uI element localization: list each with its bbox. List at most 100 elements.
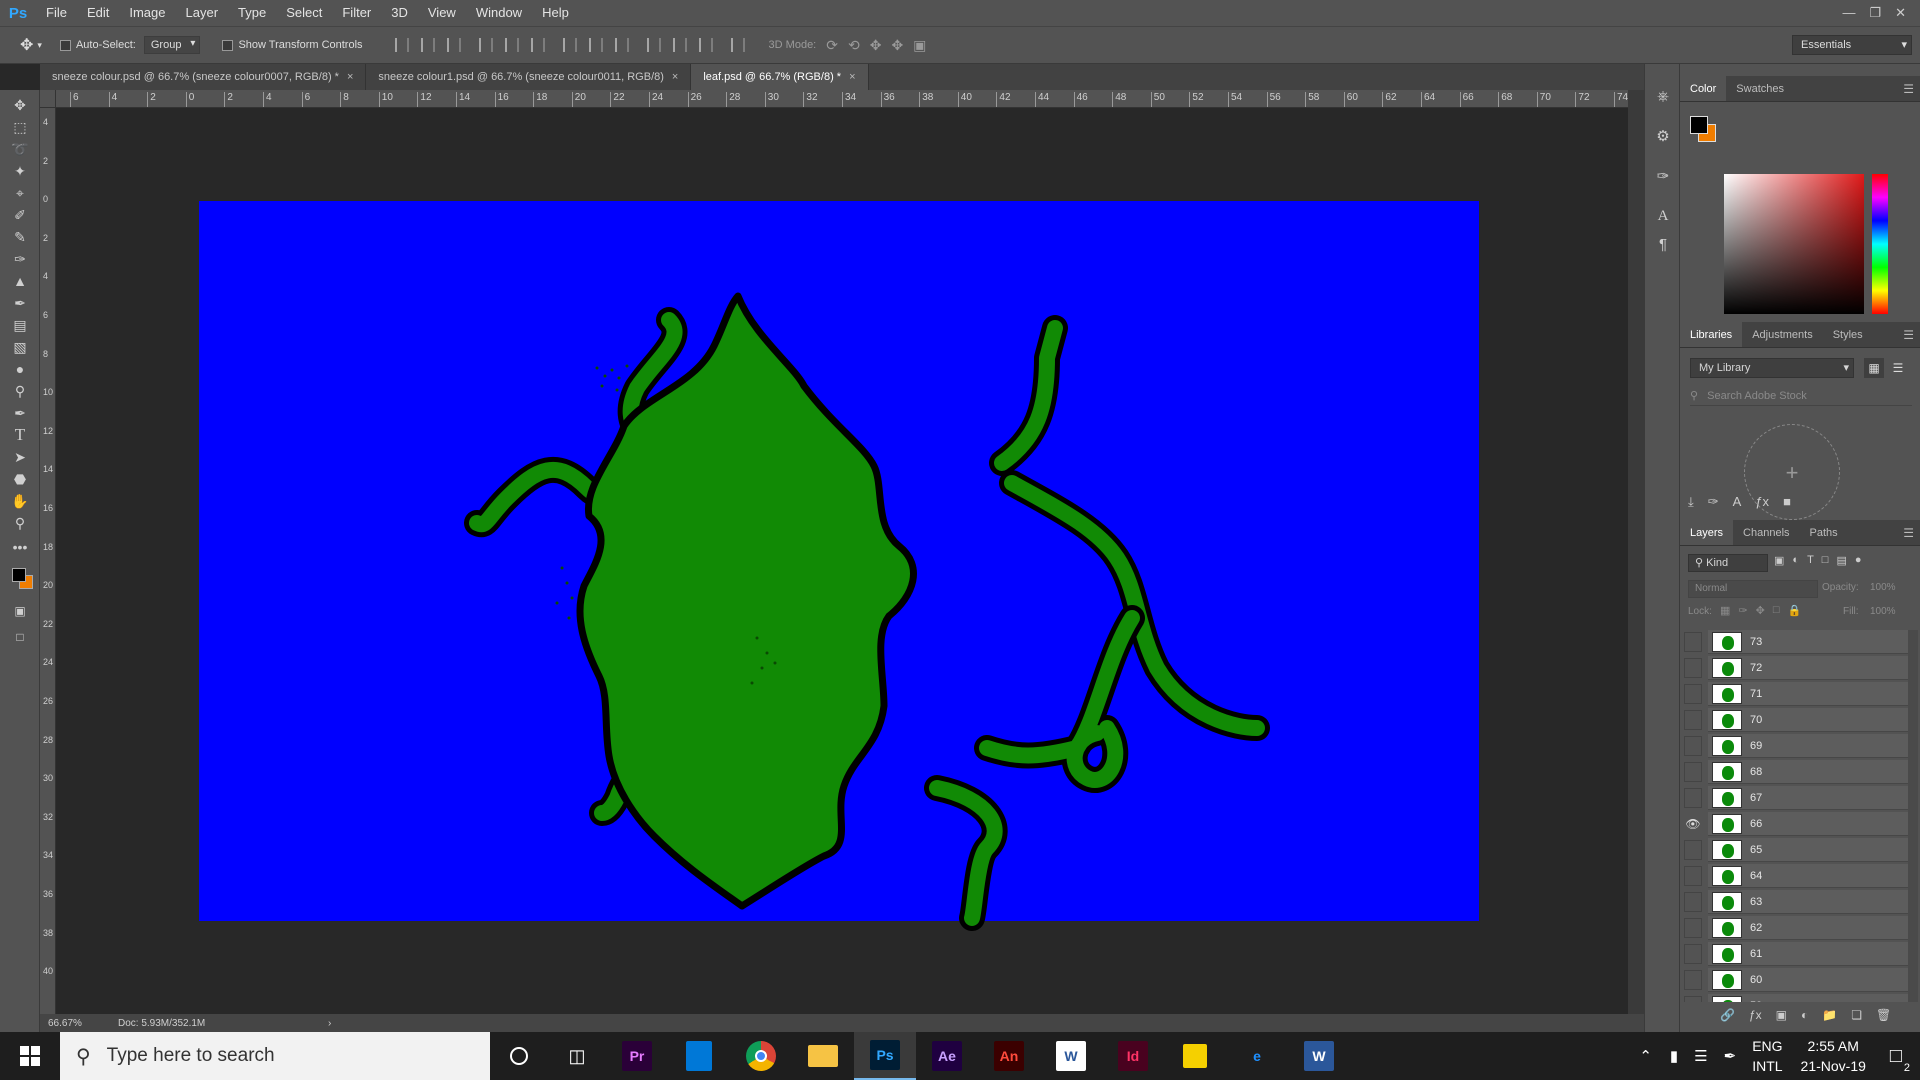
path-selection-tool-icon[interactable]: ➤ xyxy=(8,446,32,468)
new-group-icon[interactable]: 📁 xyxy=(1822,1008,1837,1028)
tab-paths[interactable]: Paths xyxy=(1800,520,1848,545)
taskbar-app[interactable] xyxy=(792,1032,854,1080)
clock[interactable]: 2:55 AM 21-Nov-19 xyxy=(1801,1036,1866,1076)
menu-type[interactable]: Type xyxy=(228,0,276,26)
move-tool-icon[interactable]: ✥ xyxy=(8,94,32,116)
distribute-vcenter-icon[interactable] xyxy=(588,38,603,52)
clone-stamp-tool-icon[interactable]: ▲ xyxy=(8,270,32,292)
taskbar-app[interactable] xyxy=(1164,1032,1226,1080)
list-view-icon[interactable]: ☰ xyxy=(1888,358,1908,378)
canvas-vertical-scrollbar[interactable] xyxy=(1628,90,1644,1014)
task-view-button[interactable]: ◫ xyxy=(548,1032,606,1080)
new-layer-icon[interactable]: ❏ xyxy=(1851,1008,1862,1028)
zoom-tool-icon[interactable]: ⚲ xyxy=(8,512,32,534)
tab-adjustments[interactable]: Adjustments xyxy=(1742,322,1823,347)
layer-row[interactable]: 71 xyxy=(1708,682,1916,706)
hand-tool-icon[interactable]: ✋ xyxy=(8,490,32,512)
layer-row[interactable]: 72 xyxy=(1708,656,1916,680)
layer-row[interactable]: 62 xyxy=(1708,916,1916,940)
layers-scrollbar[interactable] xyxy=(1908,630,1918,1002)
taskbar-app[interactable]: Ps xyxy=(854,1032,916,1080)
start-button[interactable] xyxy=(0,1032,60,1080)
visibility-toggle[interactable] xyxy=(1684,866,1702,886)
move-tool-icon[interactable]: ✥ xyxy=(20,35,33,55)
tab-libraries[interactable]: Libraries xyxy=(1680,322,1743,347)
layer-filter-dropdown[interactable]: ⚲ Kind xyxy=(1688,554,1768,572)
brush-icon[interactable]: ✑ xyxy=(1708,494,1719,516)
pen-tool-icon[interactable]: ✒ xyxy=(8,402,32,424)
visibility-toggle[interactable] xyxy=(1684,736,1702,756)
layer-row[interactable]: 67 xyxy=(1708,786,1916,810)
lock-all-icon[interactable]: 🔒 xyxy=(1788,604,1802,617)
gradient-tool-icon[interactable]: ▧ xyxy=(8,336,32,358)
adjustment-layer-icon[interactable]: ◐ xyxy=(1801,1008,1808,1028)
marquee-tool-icon[interactable]: ⬚ xyxy=(8,116,32,138)
taskbar-app[interactable] xyxy=(668,1032,730,1080)
document-tab[interactable]: sneeze colour1.psd @ 66.7% (sneeze colou… xyxy=(366,64,692,90)
history-brush-tool-icon[interactable]: ✒ xyxy=(8,292,32,314)
visibility-toggle[interactable] xyxy=(1684,892,1702,912)
delete-layer-icon[interactable]: 🗑 xyxy=(1876,1008,1891,1028)
visibility-toggle[interactable] xyxy=(1684,996,1702,1002)
shape-filter-icon[interactable]: □ xyxy=(1822,554,1829,572)
chevron-down-icon[interactable]: ▾ xyxy=(37,40,42,51)
layer-row[interactable]: 69 xyxy=(1708,734,1916,758)
opacity-value[interactable]: 100% xyxy=(1870,582,1896,593)
magic-wand-tool-icon[interactable]: ✦ xyxy=(8,160,32,182)
lock-position-icon[interactable]: ✥ xyxy=(1756,604,1765,617)
color-foreground-swatch[interactable] xyxy=(1690,116,1708,134)
taskbar-app[interactable] xyxy=(730,1032,792,1080)
close-tab-icon[interactable]: × xyxy=(672,71,678,83)
visibility-toggle[interactable] xyxy=(1684,944,1702,964)
menu-view[interactable]: View xyxy=(418,0,466,26)
panel-menu-icon[interactable]: ☰ xyxy=(1903,520,1914,546)
menu-layer[interactable]: Layer xyxy=(176,0,229,26)
menu-filter[interactable]: Filter xyxy=(332,0,381,26)
canvas-area[interactable] xyxy=(57,108,1628,1014)
adjustment-filter-icon[interactable]: ◐ xyxy=(1792,554,1799,572)
healing-brush-tool-icon[interactable]: ✎ xyxy=(8,226,32,248)
tab-swatches[interactable]: Swatches xyxy=(1726,76,1794,101)
menu-window[interactable]: Window xyxy=(466,0,532,26)
minimize-icon[interactable]: — xyxy=(1842,0,1855,26)
text-style-icon[interactable]: A xyxy=(1733,494,1742,516)
eye-icon[interactable]: 👁 xyxy=(1684,812,1702,836)
foreground-color-swatch[interactable] xyxy=(12,568,26,582)
layer-row[interactable]: 61 xyxy=(1708,942,1916,966)
layer-row[interactable]: 59 xyxy=(1708,994,1916,1002)
align-left-icon[interactable] xyxy=(478,38,493,52)
tab-layers[interactable]: Layers xyxy=(1680,520,1734,545)
lock-artboard-icon[interactable]: □ xyxy=(1773,604,1780,617)
visibility-toggle[interactable] xyxy=(1684,918,1702,938)
visibility-toggle[interactable] xyxy=(1684,658,1702,678)
distribute-left-icon[interactable] xyxy=(646,38,661,52)
tab-channels[interactable]: Channels xyxy=(1733,520,1799,545)
hue-slider[interactable] xyxy=(1872,174,1888,314)
visibility-toggle[interactable] xyxy=(1684,970,1702,990)
library-dropdown[interactable]: My Library ▾ xyxy=(1690,358,1854,378)
blur-tool-icon[interactable]: ● xyxy=(8,358,32,380)
tab-styles[interactable]: Styles xyxy=(1823,322,1873,347)
wifi-icon[interactable]: ☰ xyxy=(1694,1047,1707,1065)
layer-row[interactable]: 64 xyxy=(1708,864,1916,888)
type-tool-icon[interactable]: T xyxy=(8,424,32,446)
type-filter-icon[interactable]: T xyxy=(1807,554,1814,572)
align-bottom-icon[interactable] xyxy=(446,38,461,52)
taskbar-app[interactable]: W xyxy=(1040,1032,1102,1080)
filter-toggle-icon[interactable]: ● xyxy=(1855,554,1862,572)
panel-menu-icon[interactable]: ☰ xyxy=(1903,76,1914,102)
restore-icon[interactable]: ❐ xyxy=(1869,0,1881,26)
screen-mode-icon[interactable]: □ xyxy=(8,626,32,648)
distribute-hcenter-icon[interactable] xyxy=(672,38,687,52)
layer-row[interactable]: 65 xyxy=(1708,838,1916,862)
properties-panel-icon[interactable]: ⚙ xyxy=(1653,126,1673,146)
layer-row[interactable]: 66 xyxy=(1708,812,1916,836)
menu-select[interactable]: Select xyxy=(276,0,332,26)
dodge-tool-icon[interactable]: ⚲ xyxy=(8,380,32,402)
battery-icon[interactable]: ▮ xyxy=(1670,1047,1678,1065)
smart-object-filter-icon[interactable]: ▤ xyxy=(1836,554,1846,572)
blend-mode-dropdown[interactable]: Normal xyxy=(1688,580,1818,598)
taskbar-app[interactable]: W xyxy=(1288,1032,1350,1080)
document-canvas[interactable] xyxy=(57,108,1628,1014)
align-right-icon[interactable] xyxy=(530,38,545,52)
